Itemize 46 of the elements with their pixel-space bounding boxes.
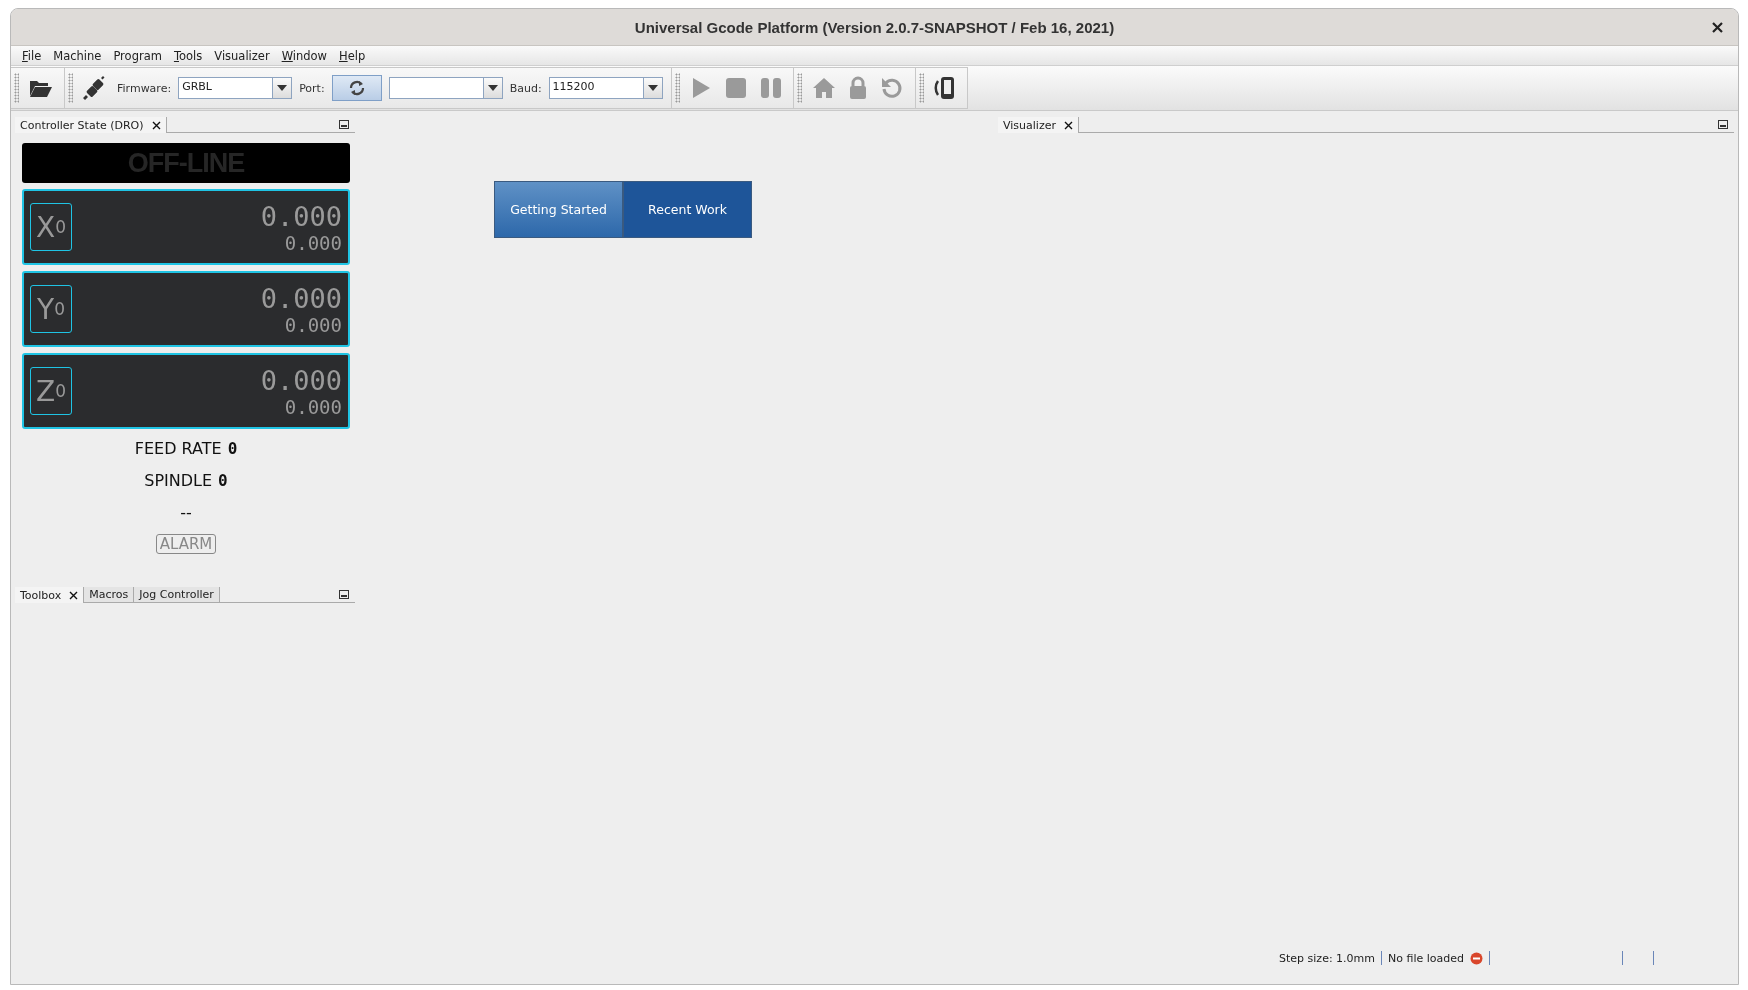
spindle-label: SPINDLE (144, 470, 213, 490)
panel-tab[interactable]: Macros (84, 587, 135, 603)
refresh-button[interactable] (331, 75, 382, 101)
file-status-text: No file loaded (1388, 951, 1464, 965)
caret-icon (487, 85, 498, 91)
menu-item[interactable]: Help (333, 48, 372, 63)
panel-tab[interactable]: Controller State (DRO) (15, 117, 167, 133)
menu-item[interactable]: File (16, 48, 48, 63)
machine-position: 0.000 (284, 231, 342, 254)
dropdown[interactable]: 115200 (548, 77, 663, 99)
window-title: Universal Gcode Platform (Version 2.0.7-SNAPSHOT / Feb 16, 2021) (634, 18, 1115, 36)
panel-tab[interactable]: Visualizer (998, 117, 1079, 133)
port-label: Port: (299, 81, 325, 95)
dropdown[interactable] (388, 77, 503, 99)
dropdown[interactable]: GRBL (178, 77, 293, 99)
minimize-icon[interactable] (339, 590, 349, 599)
machine-state: -- (180, 502, 192, 522)
refresh-icon (347, 79, 366, 97)
minimize-icon[interactable] (339, 120, 349, 129)
start-page-tab[interactable]: Getting Started (494, 181, 623, 238)
spindle-value: 0 (218, 470, 228, 490)
machine-position: 0.000 (284, 313, 342, 336)
feed-rate-value: 0 (227, 438, 238, 458)
work-position: 0.000 (260, 364, 342, 396)
panel-tab[interactable]: Jog Controller (134, 587, 220, 603)
menu-item[interactable]: Visualizer (208, 48, 276, 63)
close-icon[interactable] (151, 120, 161, 130)
menu-item[interactable]: Window (275, 48, 333, 63)
start-page-tab[interactable]: Recent Work (623, 181, 752, 238)
close-icon[interactable] (1063, 120, 1073, 130)
work-position: 0.000 (260, 282, 342, 314)
step-size-text: Step size: 1.0mm (1279, 951, 1376, 965)
minimize-icon[interactable] (1718, 120, 1728, 129)
machine-position: 0.000 (284, 395, 342, 418)
close-icon[interactable] (1712, 22, 1723, 33)
caret-icon (647, 85, 658, 91)
panel-tab[interactable]: Toolbox (15, 587, 85, 603)
menu-item[interactable]: Machine (47, 48, 108, 63)
caret-icon (277, 85, 288, 91)
menu-item[interactable]: Program (107, 48, 168, 63)
close-icon[interactable] (69, 590, 79, 600)
feed-rate-label: FEED RATE (134, 438, 222, 458)
combo-label: Baud: (509, 81, 542, 95)
menu-item[interactable]: Tools (167, 48, 209, 63)
work-position: 0.000 (260, 200, 342, 232)
combo-label: Firmware: (117, 81, 172, 95)
